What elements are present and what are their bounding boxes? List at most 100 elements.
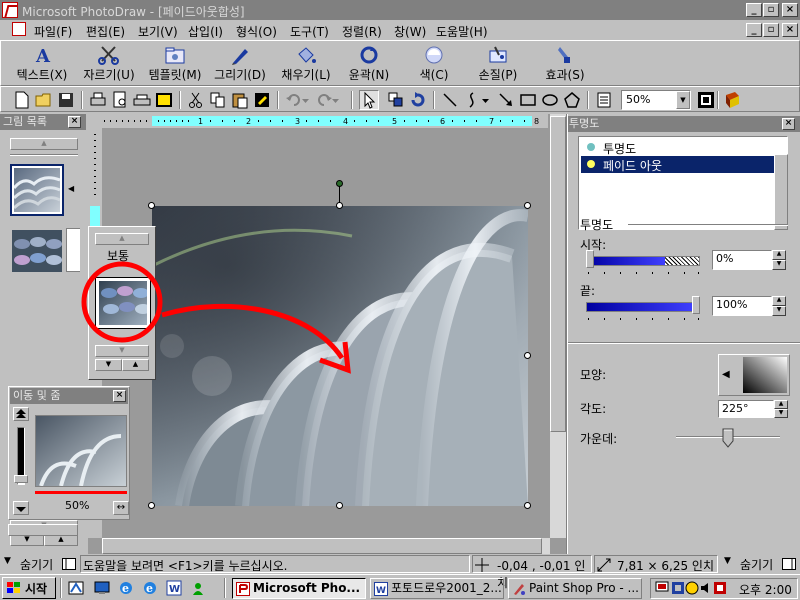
document-icon[interactable] [12, 22, 26, 36]
menu-window[interactable]: 창(W) [394, 23, 426, 40]
zoom-combo[interactable]: 50% ▼ [621, 90, 691, 110]
end-slider-track[interactable] [586, 302, 700, 312]
shape-selector[interactable]: ◀ [718, 354, 790, 396]
menu-help[interactable]: 도움말(H) [436, 23, 488, 40]
shape-left-arrow-icon[interactable]: ◀ [722, 369, 730, 380]
end-slider-thumb[interactable] [692, 296, 700, 314]
menu-format[interactable]: 형식(O) [236, 23, 277, 40]
zoom-dropdown-icon[interactable]: ▼ [676, 91, 690, 109]
paste-icon[interactable] [231, 91, 249, 109]
close-button[interactable]: × [782, 3, 798, 17]
menu-arrange[interactable]: 정렬(R) [342, 23, 382, 40]
quicklaunch-ie-icon[interactable]: e [118, 580, 134, 596]
maximize-button[interactable]: ▫ [763, 3, 779, 17]
vertical-scroll-thumb[interactable] [550, 116, 566, 432]
menu-file[interactable]: 파일(F) [34, 23, 72, 40]
horizontal-scroll-thumb[interactable] [102, 538, 542, 554]
angle-up-icon[interactable]: ▲ [774, 400, 788, 409]
pan-preview[interactable] [35, 415, 127, 487]
print-preview-icon[interactable] [111, 91, 129, 109]
line-tool-icon[interactable] [441, 91, 459, 109]
tray-network-icon[interactable] [671, 581, 685, 595]
zoom-in-button[interactable] [13, 407, 29, 421]
end-value-input[interactable]: 100% [712, 296, 772, 316]
hide-right-chevron-icon[interactable]: ▼ [724, 556, 731, 566]
new-document-icon[interactable] [13, 91, 31, 109]
resize-handle-sw[interactable] [148, 502, 155, 509]
doc-minimize-button[interactable]: _ [746, 23, 762, 37]
resize-handle-ne[interactable] [524, 202, 531, 209]
zoom-fit-icon[interactable] [697, 91, 715, 109]
scan-picture-icon[interactable] [155, 91, 173, 109]
zoom-out-button[interactable] [13, 501, 29, 515]
redo-dropdown-icon[interactable] [331, 91, 341, 109]
cut-crop-button[interactable]: 자르기(U) [79, 43, 139, 85]
tray-ime-icon[interactable] [685, 581, 699, 595]
right-panel-toggle-icon[interactable] [782, 558, 796, 570]
transparency-panel-close-icon[interactable]: × [782, 118, 795, 130]
print-icon[interactable] [89, 91, 107, 109]
help-book-icon[interactable] [723, 91, 741, 109]
vertical-scrollbar[interactable] [550, 114, 566, 538]
angle-down-icon[interactable]: ▼ [774, 409, 788, 418]
angle-value-input[interactable]: 225° [718, 400, 774, 418]
angle-spinner[interactable]: ▲ ▼ [774, 400, 788, 418]
draw-button[interactable]: 그리기(D) [209, 43, 271, 85]
curve-dropdown-icon[interactable] [481, 91, 491, 109]
doc-restore-button[interactable]: ▫ [763, 23, 779, 37]
rotate-icon[interactable] [409, 91, 427, 109]
start-up-icon[interactable]: ▲ [772, 250, 786, 260]
option-transparency[interactable]: 투명도 [581, 139, 785, 156]
horizontal-scrollbar[interactable] [102, 538, 550, 554]
doc-close-button[interactable]: × [782, 23, 798, 37]
resize-handle-se[interactable] [524, 502, 531, 509]
resize-handle-n[interactable] [336, 202, 343, 209]
autoshape-tool-icon[interactable] [563, 91, 581, 109]
pan-zoom-close-icon[interactable]: × [113, 390, 126, 402]
rectangle-tool-icon[interactable] [519, 91, 537, 109]
hide-right-label[interactable]: 숨기기 [740, 556, 773, 573]
task-photodraw[interactable]: Microsoft Pho... [232, 578, 366, 599]
fit-width-button[interactable]: ↔ [113, 501, 129, 515]
start-button[interactable]: 시작 [2, 577, 56, 599]
color-button[interactable]: 색(C) [413, 43, 455, 85]
effects-button[interactable]: 효과(S) [541, 43, 589, 85]
rotate-handle[interactable] [336, 180, 343, 187]
tray-app-icon[interactable] [713, 581, 727, 595]
option-fade-out[interactable]: 페이드 아웃 [581, 156, 785, 173]
picture-thumb-1[interactable] [10, 164, 64, 216]
group-objects-icon[interactable] [387, 91, 405, 109]
start-slider-thumb[interactable] [586, 250, 594, 268]
save-disk-icon[interactable] [57, 91, 75, 109]
tray-display-icon[interactable] [655, 581, 669, 595]
arrow-tool-icon[interactable] [497, 91, 515, 109]
picture-list-scroll-up-button[interactable]: ▲ [10, 138, 78, 150]
fill-button[interactable]: 채우기(L) [275, 43, 337, 85]
thumb-1-arrow-icon[interactable]: ◀ [68, 184, 74, 193]
end-up-icon[interactable]: ▲ [772, 296, 786, 306]
menu-view[interactable]: 보기(V) [138, 23, 178, 40]
panel-toggle-icon[interactable] [62, 558, 76, 570]
quicklaunch-desktop-icon[interactable] [94, 580, 110, 596]
picture-thumb-2[interactable] [10, 228, 64, 276]
copy-icon[interactable] [209, 91, 227, 109]
menu-tools[interactable]: 도구(T) [290, 23, 329, 40]
quicklaunch-messenger-icon[interactable] [190, 580, 206, 596]
resize-handle-nw[interactable] [148, 202, 155, 209]
ellipse-tool-icon[interactable] [541, 91, 559, 109]
end-spinner[interactable]: ▲ ▼ [772, 296, 786, 316]
pointer-tool-button[interactable] [359, 90, 379, 110]
quicklaunch-outlook-icon[interactable] [68, 580, 84, 596]
cut-icon[interactable] [187, 91, 205, 109]
popup-scroll-up-button[interactable]: ▲ [95, 233, 149, 245]
tray-volume-icon[interactable] [699, 581, 713, 595]
resize-handle-s[interactable] [336, 502, 343, 509]
center-slider-thumb[interactable] [722, 428, 734, 448]
picture-list-close-icon[interactable]: × [68, 116, 81, 128]
format-painter-icon[interactable] [253, 91, 271, 109]
task-paintshop[interactable]: Paint Shop Pro - ... [508, 578, 642, 599]
outline-button[interactable]: 윤곽(N) [345, 43, 393, 85]
end-down-icon[interactable]: ▼ [772, 306, 786, 316]
start-slider-track[interactable] [586, 256, 700, 266]
menu-insert[interactable]: 삽입(I) [188, 23, 223, 40]
